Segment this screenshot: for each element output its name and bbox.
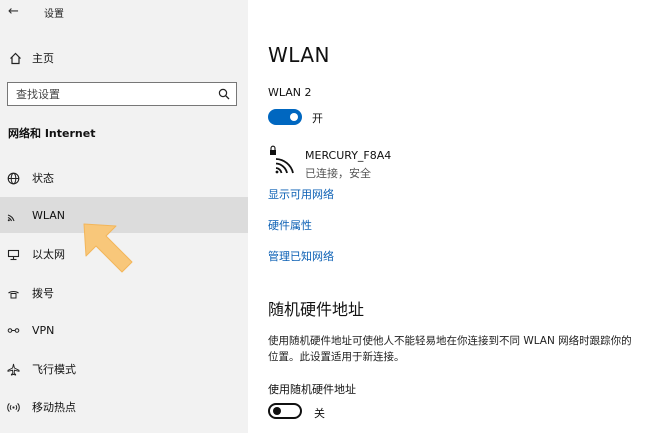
back-arrow-icon[interactable]: ← bbox=[8, 4, 19, 20]
manage-known-networks-link[interactable]: 管理已知网络 bbox=[268, 248, 334, 264]
sidebar-item-status[interactable]: 状态 bbox=[0, 160, 248, 196]
network-status: 已连接，安全 bbox=[305, 167, 371, 180]
sidebar-item-label: 拨号 bbox=[32, 287, 54, 300]
sidebar-item-airplane[interactable]: 飞行模式 bbox=[0, 351, 248, 387]
main-panel: WLAN WLAN 2 开 MERCURY_F8A4 已连接，安全 显示可用网络… bbox=[248, 0, 650, 433]
network-ssid: MERCURY_F8A4 bbox=[305, 149, 392, 162]
wifi-signal-icon bbox=[275, 158, 294, 174]
ethernet-icon bbox=[6, 248, 20, 261]
vpn-icon bbox=[6, 324, 20, 337]
connected-network[interactable]: MERCURY_F8A4 已连接，安全 bbox=[268, 145, 638, 181]
sidebar: ← 设置 主页 查找设置 网络和 Internet 状态 WLAN 以太网 拨号… bbox=[0, 0, 248, 433]
show-available-networks-link[interactable]: 显示可用网络 bbox=[268, 186, 334, 202]
sidebar-item-hotspot[interactable]: 移动热点 bbox=[0, 389, 248, 425]
hotspot-icon bbox=[6, 401, 20, 414]
pointer-arrow-icon bbox=[83, 223, 133, 273]
search-placeholder: 查找设置 bbox=[16, 88, 60, 101]
toggle-knob bbox=[290, 113, 298, 121]
random-hw-toggle-state: 关 bbox=[314, 407, 325, 420]
toggle-knob bbox=[273, 407, 281, 415]
globe-icon bbox=[6, 172, 20, 185]
wlan-toggle-state: 开 bbox=[312, 112, 323, 125]
airplane-icon bbox=[6, 363, 20, 376]
title-bar: ← 设置 bbox=[0, 0, 248, 24]
sidebar-item-vpn[interactable]: VPN bbox=[0, 312, 248, 348]
sidebar-item-label: 移动热点 bbox=[32, 401, 76, 414]
wlan-toggle[interactable] bbox=[268, 109, 302, 125]
random-hw-toggle[interactable] bbox=[268, 403, 302, 419]
sidebar-item-label: 以太网 bbox=[32, 248, 65, 261]
random-hw-description: 使用随机硬件地址可使他人不能轻易地在你连接到不同 WLAN 网络时跟踪你的位置。… bbox=[268, 335, 632, 363]
section-title: 网络和 Internet bbox=[8, 127, 96, 140]
adapter-name: WLAN 2 bbox=[268, 86, 312, 99]
dialup-icon bbox=[6, 287, 20, 300]
home-nav-item[interactable]: 主页 bbox=[0, 46, 248, 70]
search-icon[interactable] bbox=[218, 88, 230, 100]
home-label: 主页 bbox=[32, 52, 54, 65]
sidebar-item-label: 状态 bbox=[32, 172, 54, 185]
random-hw-heading: 随机硬件地址 bbox=[268, 300, 365, 319]
home-icon bbox=[8, 52, 22, 65]
random-hw-label: 使用随机硬件地址 bbox=[268, 383, 356, 396]
page-title: WLAN bbox=[268, 43, 331, 67]
wifi-icon bbox=[6, 209, 20, 222]
sidebar-item-label: VPN bbox=[32, 323, 55, 337]
sidebar-item-label: WLAN bbox=[32, 208, 66, 222]
sidebar-item-label: 飞行模式 bbox=[32, 363, 76, 376]
sidebar-item-dialup[interactable]: 拨号 bbox=[0, 275, 248, 311]
hardware-properties-link[interactable]: 硬件属性 bbox=[268, 217, 312, 233]
window-title: 设置 bbox=[44, 9, 64, 20]
search-input[interactable]: 查找设置 bbox=[7, 82, 237, 106]
